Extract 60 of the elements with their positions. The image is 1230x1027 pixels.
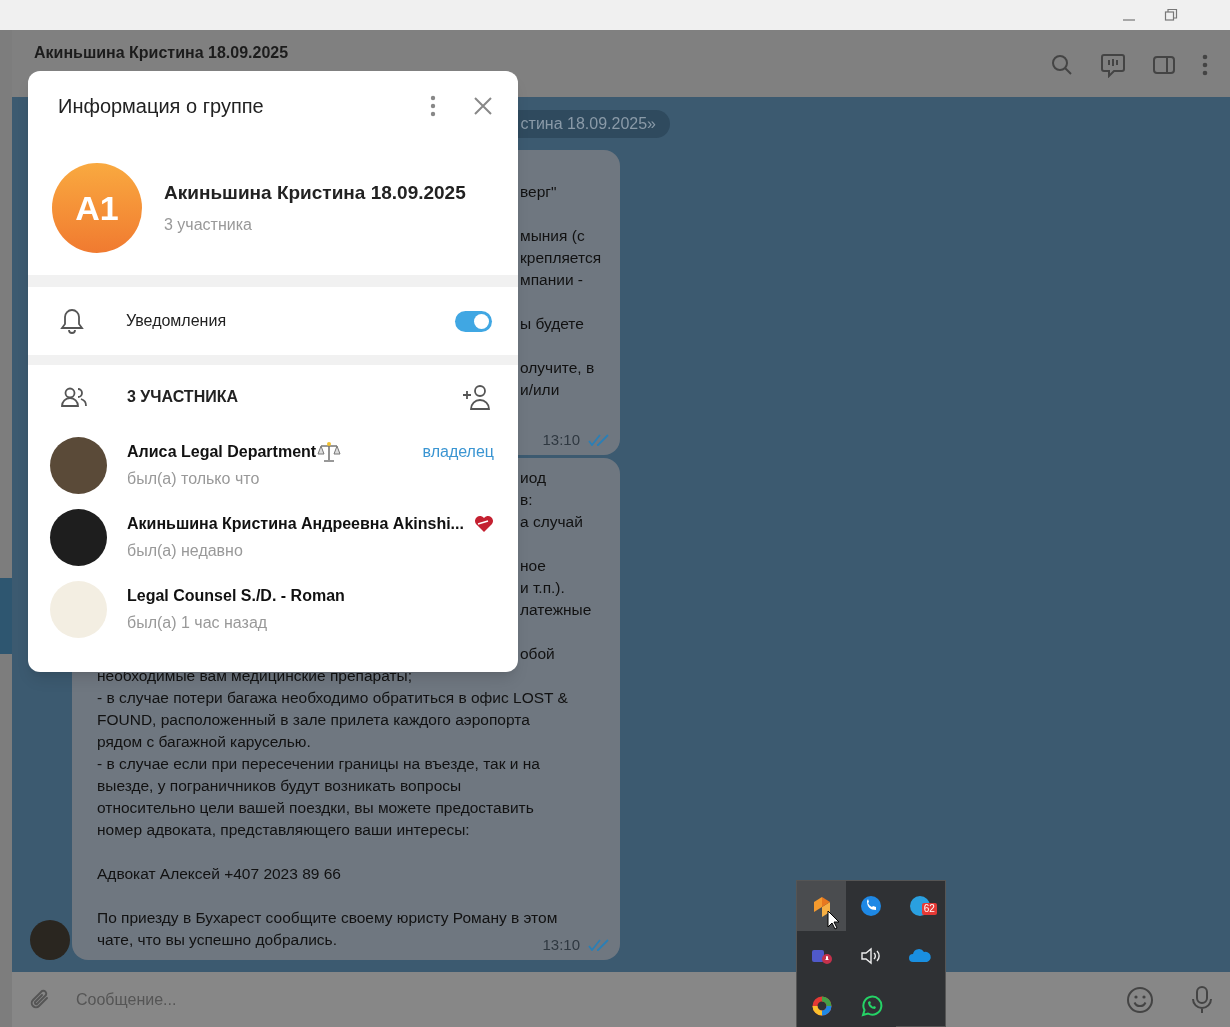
member-status: был(а) только что [127,468,261,489]
more-icon[interactable] [1202,54,1208,76]
members-heading: 3 УЧАСТНИКА [127,387,239,407]
member-name[interactable]: Алиса Legal Department [127,439,317,464]
message-text: ное [520,556,546,576]
owner-label: владелец [422,441,494,462]
message-text: обой [520,644,555,664]
whatsapp-icon [859,994,883,1018]
member-status: был(а) 1 час назад [127,612,269,633]
message-text: рядом с багажной каруселью. [97,732,311,752]
message-text: По приезду в Бухарест сообщите своему юристу Роману в этом [97,908,558,928]
message-time: 13:10 [542,429,580,450]
emoji-icon[interactable] [1126,985,1154,1014]
phone-icon [859,894,883,918]
search-icon[interactable] [1050,53,1074,77]
member-status: был(а) недавно [127,540,244,561]
message-text: чате, что вы успешно добрались. [97,930,337,950]
chat-bubble-icon[interactable] [1100,52,1126,78]
people-icon [60,386,88,408]
message-text: FOUND, расположенный в зале прилета каждого аэропорта [97,710,530,730]
message-text: - в случае потери багажа необходимо обратиться в офис LOST & [97,688,568,708]
add-user-icon[interactable] [462,384,492,410]
mouse-cursor-icon [827,910,840,930]
member-name[interactable]: Акиньшина Кристина Андреевна Akinshi... [127,511,464,536]
microphone-icon[interactable] [1190,984,1214,1015]
restore-icon[interactable] [1164,8,1178,22]
group-name: Акиньшина Кристина 18.09.2025 [164,180,466,205]
dialog-title: Информация о группе [58,94,265,119]
message-text: относительно цели вашей поездки, вы можете предоставить [97,798,534,818]
group-avatar: A1 [52,163,142,253]
message-text: латежные [520,600,592,620]
message-text: верг" [520,182,557,202]
close-icon[interactable] [474,97,492,115]
notifications-label: Уведомления [126,311,228,331]
member-name[interactable]: Legal Counsel S./D. - Roman [127,583,345,608]
notifications-toggle[interactable] [455,310,492,332]
message-text: необходимые вам медицинские препараты; [97,666,413,686]
message-text: и т.п.). [520,578,565,598]
member-count: 3 участника [164,215,253,236]
message-text: в: [520,490,533,510]
message-text: крепляется [520,248,602,268]
message-text: - в случае если при пересечении границы на въезде, так и на [97,754,540,774]
more-icon[interactable] [430,95,436,117]
chat-title: Акиньшина Кристина 18.09.2025 [34,43,289,63]
message-text: а случай [520,512,583,532]
message-text: олучите, в [520,358,595,378]
message-time: 13:10 [542,934,580,955]
bell-icon [60,308,84,334]
avatar-photo[interactable] [50,508,107,566]
message-text: номер адвоката, представляющего ваши интересы: [97,820,470,840]
message-text: и/или [520,380,560,400]
message-text: выезде, у пограничников будут возникать вопросы [97,776,462,796]
tray-item[interactable] [797,881,847,931]
avatar-photo[interactable] [50,436,107,494]
message-text: иод [520,468,546,488]
message-text: мыния (с [520,226,585,246]
message-text: ы будете [520,314,584,334]
message-text: мпании - [520,270,583,290]
sidebar-toggle-icon[interactable] [1152,53,1176,77]
message-text: Адвокат Алексей +407 2023 89 66 [97,864,341,884]
